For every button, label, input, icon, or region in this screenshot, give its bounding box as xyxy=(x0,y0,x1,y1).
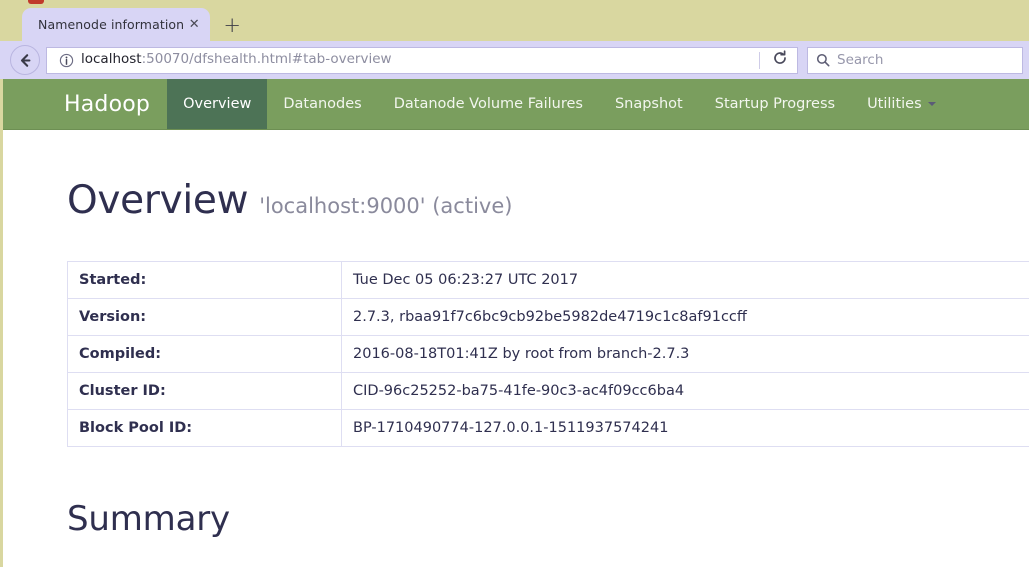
close-icon[interactable]: ✕ xyxy=(184,15,204,35)
nav-item-datanodes[interactable]: Datanodes xyxy=(267,79,377,129)
url-bar[interactable]: localhost:50070/dfshealth.html#tab-overv… xyxy=(46,46,798,74)
search-input[interactable] xyxy=(837,52,1014,68)
back-arrow-icon xyxy=(17,52,34,69)
nav-item-overview[interactable]: Overview xyxy=(167,79,268,129)
row-value: 2.7.3, rbaa91f7c6bc9cb92be5982de4719c1c8… xyxy=(341,297,1029,336)
site-navbar: Hadoop Overview Datanodes Datanode Volum… xyxy=(3,79,1029,130)
browser-chrome: Namenode information ✕ + localhost:50070… xyxy=(0,0,1029,79)
toolbar-divider xyxy=(759,51,760,69)
back-button[interactable] xyxy=(10,45,40,75)
table-row: Block Pool ID: BP-1710490774-127.0.0.1-1… xyxy=(67,408,1029,447)
nav-item-datanode-volume-failures[interactable]: Datanode Volume Failures xyxy=(378,79,599,129)
reload-icon xyxy=(772,50,788,70)
brand-hadoop[interactable]: Hadoop xyxy=(64,79,167,129)
nav-item-utilities[interactable]: Utilities xyxy=(851,79,952,129)
row-key: Version: xyxy=(67,297,342,336)
page-title-text: Overview xyxy=(67,178,249,223)
page-content: Overview 'localhost:9000' (active) Starte… xyxy=(3,178,1029,539)
nav-item-label: Datanode Volume Failures xyxy=(393,96,583,112)
table-row: Compiled: 2016-08-18T01:41Z by root from… xyxy=(67,334,1029,373)
tab-title: Namenode information xyxy=(38,17,185,32)
tab-strip: Namenode information ✕ + xyxy=(0,0,1029,41)
row-value: CID-96c25252-ba75-41fe-90c3-ac4f09cc6ba4 xyxy=(341,371,1029,410)
nav-item-snapshot[interactable]: Snapshot xyxy=(599,79,699,129)
table-row: Started: Tue Dec 05 06:23:27 UTC 2017 xyxy=(67,260,1029,299)
page-title-subtitle: 'localhost:9000' (active) xyxy=(259,194,513,218)
table-row: Cluster ID: CID-96c25252-ba75-41fe-90c3-… xyxy=(67,371,1029,410)
row-value: Tue Dec 05 06:23:27 UTC 2017 xyxy=(341,260,1029,299)
browser-tab-namenode-information[interactable]: Namenode information ✕ xyxy=(22,8,211,41)
browser-window: Namenode information ✕ + localhost:50070… xyxy=(0,0,1029,567)
row-key: Cluster ID: xyxy=(67,371,342,410)
reload-button[interactable] xyxy=(767,48,793,72)
row-value: BP-1710490774-127.0.0.1-1511937574241 xyxy=(341,408,1029,447)
overview-table: Started: Tue Dec 05 06:23:27 UTC 2017 Ve… xyxy=(67,260,1029,447)
row-key: Started: xyxy=(67,260,342,299)
chevron-down-icon xyxy=(927,102,936,106)
nav-item-label: Snapshot xyxy=(614,96,683,112)
page-info-icon[interactable] xyxy=(56,53,76,68)
url-text: localhost:50070/dfshealth.html#tab-overv… xyxy=(81,53,755,67)
row-key: Compiled: xyxy=(67,334,342,373)
row-key: Block Pool ID: xyxy=(67,408,342,447)
nav-item-label: Utilities xyxy=(867,96,922,112)
window-close-button[interactable] xyxy=(28,0,44,4)
overview-table-body: Started: Tue Dec 05 06:23:27 UTC 2017 Ve… xyxy=(67,260,1029,447)
page-title: Overview 'localhost:9000' (active) xyxy=(67,178,1029,223)
row-value: 2016-08-18T01:41Z by root from branch-2.… xyxy=(341,334,1029,373)
browser-toolbar: localhost:50070/dfshealth.html#tab-overv… xyxy=(0,41,1029,79)
url-path: :50070/dfshealth.html#tab-overview xyxy=(141,53,392,67)
table-row: Version: 2.7.3, rbaa91f7c6bc9cb92be5982d… xyxy=(67,297,1029,336)
url-host: localhost xyxy=(81,53,142,67)
new-tab-button[interactable]: + xyxy=(216,10,248,41)
search-icon xyxy=(816,53,830,67)
summary-heading: Summary xyxy=(67,498,230,539)
search-bar[interactable] xyxy=(807,46,1023,74)
page-viewport: Hadoop Overview Datanodes Datanode Volum… xyxy=(3,79,1029,567)
nav-item-label: Datanodes xyxy=(283,96,362,112)
nav-item-startup-progress[interactable]: Startup Progress xyxy=(699,79,851,129)
nav-item-label: Startup Progress xyxy=(714,96,836,112)
nav-item-label: Overview xyxy=(183,96,252,112)
